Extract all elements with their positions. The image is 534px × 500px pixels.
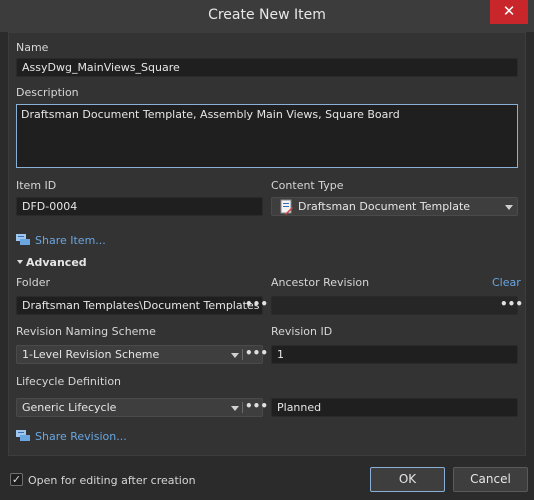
ancestor-revision-field[interactable] (271, 296, 518, 315)
folder-browse-button[interactable]: ••• (245, 297, 268, 314)
revision-scheme-browse-button[interactable]: ••• (245, 346, 268, 363)
select-divider (242, 349, 243, 360)
description-label: Description (16, 86, 79, 99)
share-item-link[interactable]: Share Item... (35, 234, 106, 247)
close-icon: ✕ (502, 2, 516, 20)
collapse-arrow-icon[interactable] (17, 260, 23, 264)
ok-button[interactable]: OK (370, 467, 445, 492)
select-divider (242, 402, 243, 413)
content-type-label: Content Type (271, 179, 344, 192)
lifecycle-select[interactable]: Generic Lifecycle (16, 398, 263, 417)
lifecycle-state-field: Planned (271, 398, 518, 417)
revision-scheme-select[interactable]: 1-Level Revision Scheme (16, 345, 263, 364)
revision-scheme-value: 1-Level Revision Scheme (22, 348, 160, 361)
name-label: Name (16, 41, 49, 54)
name-field[interactable]: AssyDwg_MainViews_Square (16, 58, 518, 77)
ancestor-browse-button[interactable]: ••• (500, 297, 523, 314)
content-type-value: Draftsman Document Template (298, 200, 471, 213)
revision-scheme-label: Revision Naming Scheme (16, 325, 156, 338)
chevron-down-icon (231, 406, 239, 411)
close-button[interactable]: ✕ (490, 0, 528, 24)
revision-id-field[interactable]: 1 (271, 345, 518, 364)
chevron-down-icon (505, 205, 513, 210)
share-revision-link[interactable]: Share Revision... (35, 430, 127, 443)
folder-value: Draftsman Templates\Document Templates (22, 299, 260, 312)
check-icon: ✓ (11, 473, 22, 486)
lifecycle-label: Lifecycle Definition (16, 375, 122, 388)
dialog-title: Create New Item (208, 7, 326, 23)
folder-field[interactable]: Draftsman Templates\Document Templates (16, 296, 263, 315)
item-id-label: Item ID (16, 179, 57, 192)
open-for-editing-checkbox[interactable]: ✓ (10, 473, 23, 486)
title-bar: Create New Item ✕ (0, 0, 534, 32)
open-for-editing-label[interactable]: Open for editing after creation (28, 474, 196, 487)
lifecycle-browse-button[interactable]: ••• (245, 399, 268, 416)
revision-id-label: Revision ID (271, 325, 333, 338)
folder-label: Folder (16, 276, 50, 289)
draftsman-template-icon (280, 199, 293, 215)
cancel-button[interactable]: Cancel (453, 467, 528, 492)
description-field[interactable]: Draftsman Document Template, Assembly Ma… (16, 104, 518, 168)
share-icon (16, 234, 30, 245)
ancestor-revision-label: Ancestor Revision (271, 276, 370, 289)
clear-link[interactable]: Clear (492, 276, 521, 289)
content-type-select[interactable]: Draftsman Document Template (271, 197, 518, 216)
share-icon (16, 430, 30, 441)
lifecycle-value: Generic Lifecycle (22, 401, 117, 414)
advanced-section-header[interactable]: Advanced (26, 256, 87, 269)
item-id-field[interactable]: DFD-0004 (16, 197, 263, 216)
chevron-down-icon (231, 353, 239, 358)
